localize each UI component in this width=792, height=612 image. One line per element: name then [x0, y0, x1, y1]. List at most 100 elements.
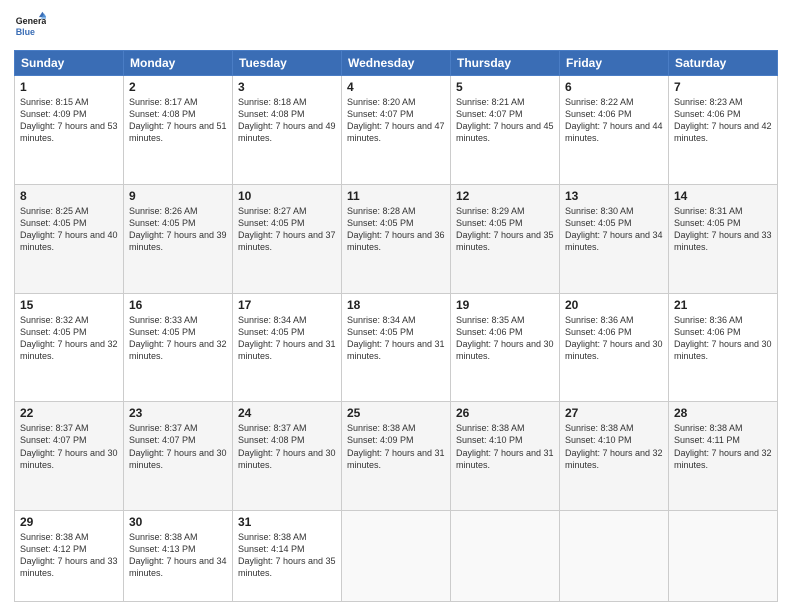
cell-info: Sunrise: 8:32 AMSunset: 4:05 PMDaylight:…: [20, 314, 118, 363]
day-number: 20: [565, 298, 663, 312]
calendar-cell: 12 Sunrise: 8:29 AMSunset: 4:05 PMDayligh…: [451, 184, 560, 293]
calendar-cell: 16Sunrise: 8:33 AMSunset: 4:05 PMDayligh…: [124, 293, 233, 402]
logo: General Blue: [14, 10, 50, 42]
day-number: 12: [456, 189, 554, 203]
cell-info: Sunrise: 8:37 AMSunset: 4:07 PMDaylight:…: [20, 422, 118, 471]
calendar-cell: 28 Sunrise: 8:38 AMSunset: 4:11 PMDayligh…: [669, 402, 778, 511]
calendar-cell: 15 Sunrise: 8:32 AMSunset: 4:05 PMDayligh…: [15, 293, 124, 402]
calendar-cell: 4 Sunrise: 8:20 AMSunset: 4:07 PMDaylight…: [342, 76, 451, 185]
calendar-cell: 8Sunrise: 8:25 AMSunset: 4:05 PMDaylight…: [15, 184, 124, 293]
cell-info: Sunrise: 8:17 AMSunset: 4:08 PMDaylight:…: [129, 96, 227, 145]
calendar-cell: [451, 511, 560, 602]
calendar-cell: 22 Sunrise: 8:37 AMSunset: 4:07 PMDayligh…: [15, 402, 124, 511]
calendar-cell: 2 Sunrise: 8:17 AMSunset: 4:08 PMDaylight…: [124, 76, 233, 185]
calendar-cell: 24Sunrise: 8:37 AMSunset: 4:08 PMDayligh…: [233, 402, 342, 511]
day-number: 5: [456, 80, 554, 94]
day-number: 2: [129, 80, 227, 94]
cell-info: Sunrise: 8:20 AMSunset: 4:07 PMDaylight:…: [347, 96, 445, 145]
cell-info: Sunrise: 8:38 AMSunset: 4:13 PMDaylight:…: [129, 531, 227, 580]
week-row-2: 8Sunrise: 8:25 AMSunset: 4:05 PMDaylight…: [15, 184, 778, 293]
calendar: SundayMondayTuesdayWednesdayThursdayFrid…: [14, 50, 778, 602]
cell-info: Sunrise: 8:34 AMSunset: 4:05 PMDaylight:…: [238, 314, 336, 363]
calendar-cell: 13Sunrise: 8:30 AMSunset: 4:05 PMDayligh…: [560, 184, 669, 293]
day-number: 4: [347, 80, 445, 94]
svg-text:Blue: Blue: [16, 27, 35, 37]
calendar-cell: 25Sunrise: 8:38 AMSunset: 4:09 PMDayligh…: [342, 402, 451, 511]
week-row-5: 29 Sunrise: 8:38 AMSunset: 4:12 PMDayligh…: [15, 511, 778, 602]
weekday-header-tuesday: Tuesday: [233, 51, 342, 76]
calendar-cell: 14 Sunrise: 8:31 AMSunset: 4:05 PMDayligh…: [669, 184, 778, 293]
page: General Blue SundayMondayTuesdayWednesda…: [0, 0, 792, 612]
calendar-cell: 5 Sunrise: 8:21 AMSunset: 4:07 PMDaylight…: [451, 76, 560, 185]
day-number: 14: [674, 189, 772, 203]
logo-icon: General Blue: [14, 10, 46, 42]
day-number: 26: [456, 406, 554, 420]
calendar-cell: 20 Sunrise: 8:36 AMSunset: 4:06 PMDayligh…: [560, 293, 669, 402]
week-row-3: 15 Sunrise: 8:32 AMSunset: 4:05 PMDayligh…: [15, 293, 778, 402]
cell-info: Sunrise: 8:30 AMSunset: 4:05 PMDaylight:…: [565, 205, 663, 254]
cell-info: Sunrise: 8:38 AMSunset: 4:12 PMDaylight:…: [20, 531, 118, 580]
calendar-cell: 18 Sunrise: 8:34 AMSunset: 4:05 PMDayligh…: [342, 293, 451, 402]
cell-info: Sunrise: 8:36 AMSunset: 4:06 PMDaylight:…: [565, 314, 663, 363]
header: General Blue: [14, 10, 778, 42]
calendar-cell: [669, 511, 778, 602]
day-number: 16: [129, 298, 227, 312]
calendar-cell: 30Sunrise: 8:38 AMSunset: 4:13 PMDayligh…: [124, 511, 233, 602]
cell-info: Sunrise: 8:18 AMSunset: 4:08 PMDaylight:…: [238, 96, 336, 145]
day-number: 15: [20, 298, 118, 312]
calendar-cell: 26 Sunrise: 8:38 AMSunset: 4:10 PMDayligh…: [451, 402, 560, 511]
calendar-cell: 10 Sunrise: 8:27 AMSunset: 4:05 PMDayligh…: [233, 184, 342, 293]
day-number: 28: [674, 406, 772, 420]
cell-info: Sunrise: 8:38 AMSunset: 4:10 PMDaylight:…: [456, 422, 554, 471]
calendar-cell: 3Sunrise: 8:18 AMSunset: 4:08 PMDaylight…: [233, 76, 342, 185]
day-number: 22: [20, 406, 118, 420]
weekday-header-thursday: Thursday: [451, 51, 560, 76]
cell-info: Sunrise: 8:34 AMSunset: 4:05 PMDaylight:…: [347, 314, 445, 363]
cell-info: Sunrise: 8:36 AMSunset: 4:06 PMDaylight:…: [674, 314, 772, 363]
day-number: 7: [674, 80, 772, 94]
weekday-header-row: SundayMondayTuesdayWednesdayThursdayFrid…: [15, 51, 778, 76]
day-number: 27: [565, 406, 663, 420]
cell-info: Sunrise: 8:29 AMSunset: 4:05 PMDaylight:…: [456, 205, 554, 254]
day-number: 18: [347, 298, 445, 312]
day-number: 10: [238, 189, 336, 203]
cell-info: Sunrise: 8:21 AMSunset: 4:07 PMDaylight:…: [456, 96, 554, 145]
cell-info: Sunrise: 8:27 AMSunset: 4:05 PMDaylight:…: [238, 205, 336, 254]
cell-info: Sunrise: 8:38 AMSunset: 4:11 PMDaylight:…: [674, 422, 772, 471]
cell-info: Sunrise: 8:26 AMSunset: 4:05 PMDaylight:…: [129, 205, 227, 254]
calendar-cell: 29 Sunrise: 8:38 AMSunset: 4:12 PMDayligh…: [15, 511, 124, 602]
cell-info: Sunrise: 8:25 AMSunset: 4:05 PMDaylight:…: [20, 205, 118, 254]
day-number: 19: [456, 298, 554, 312]
cell-info: Sunrise: 8:37 AMSunset: 4:07 PMDaylight:…: [129, 422, 227, 471]
day-number: 31: [238, 515, 336, 529]
day-number: 6: [565, 80, 663, 94]
weekday-header-wednesday: Wednesday: [342, 51, 451, 76]
calendar-cell: 31 Sunrise: 8:38 AMSunset: 4:14 PMDayligh…: [233, 511, 342, 602]
calendar-cell: 9 Sunrise: 8:26 AMSunset: 4:05 PMDaylight…: [124, 184, 233, 293]
cell-info: Sunrise: 8:38 AMSunset: 4:09 PMDaylight:…: [347, 422, 445, 471]
calendar-cell: 21Sunrise: 8:36 AMSunset: 4:06 PMDayligh…: [669, 293, 778, 402]
cell-info: Sunrise: 8:15 AMSunset: 4:09 PMDaylight:…: [20, 96, 118, 145]
calendar-cell: 6Sunrise: 8:22 AMSunset: 4:06 PMDaylight…: [560, 76, 669, 185]
calendar-cell: 27 Sunrise: 8:38 AMSunset: 4:10 PMDayligh…: [560, 402, 669, 511]
calendar-cell: 11 Sunrise: 8:28 AMSunset: 4:05 PMDayligh…: [342, 184, 451, 293]
calendar-cell: 23Sunrise: 8:37 AMSunset: 4:07 PMDayligh…: [124, 402, 233, 511]
week-row-4: 22 Sunrise: 8:37 AMSunset: 4:07 PMDayligh…: [15, 402, 778, 511]
calendar-cell: [342, 511, 451, 602]
day-number: 11: [347, 189, 445, 203]
day-number: 24: [238, 406, 336, 420]
cell-info: Sunrise: 8:35 AMSunset: 4:06 PMDaylight:…: [456, 314, 554, 363]
weekday-header-friday: Friday: [560, 51, 669, 76]
weekday-header-monday: Monday: [124, 51, 233, 76]
cell-info: Sunrise: 8:31 AMSunset: 4:05 PMDaylight:…: [674, 205, 772, 254]
calendar-cell: 17 Sunrise: 8:34 AMSunset: 4:05 PMDayligh…: [233, 293, 342, 402]
day-number: 9: [129, 189, 227, 203]
day-number: 17: [238, 298, 336, 312]
cell-info: Sunrise: 8:28 AMSunset: 4:05 PMDaylight:…: [347, 205, 445, 254]
cell-info: Sunrise: 8:23 AMSunset: 4:06 PMDaylight:…: [674, 96, 772, 145]
cell-info: Sunrise: 8:38 AMSunset: 4:14 PMDaylight:…: [238, 531, 336, 580]
day-number: 29: [20, 515, 118, 529]
weekday-header-sunday: Sunday: [15, 51, 124, 76]
calendar-cell: [560, 511, 669, 602]
cell-info: Sunrise: 8:38 AMSunset: 4:10 PMDaylight:…: [565, 422, 663, 471]
